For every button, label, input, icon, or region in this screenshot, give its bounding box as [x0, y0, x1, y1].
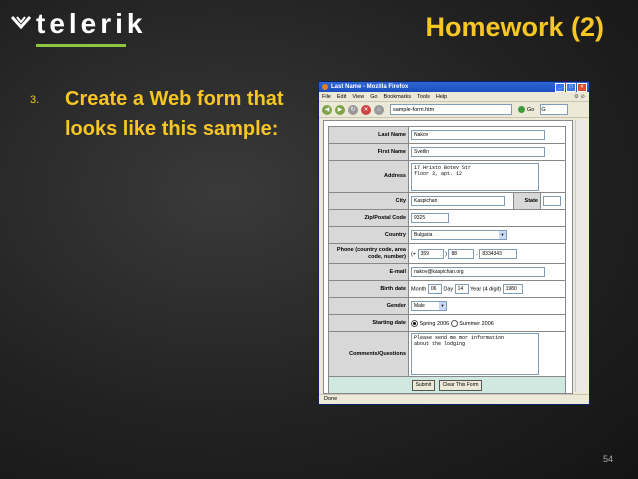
phone-country-input[interactable]: 359	[417, 248, 444, 259]
address-label: Address	[328, 160, 409, 193]
phone-paren: )	[445, 250, 447, 257]
month-label: Month	[411, 286, 427, 293]
form-row-last-name: Last Name Nakov	[328, 126, 566, 144]
form-row-buttons: Submit Clear This Form	[328, 376, 566, 394]
summer-radio[interactable]	[450, 319, 458, 327]
country-label: Country	[328, 226, 409, 244]
address-textarea[interactable]: 17 Hristo Botev Str floor 3, apt. 12	[411, 162, 539, 191]
gender-label: Gender	[328, 297, 409, 315]
country-value: Bulgaria	[414, 232, 433, 238]
telerik-mark-icon	[10, 13, 32, 35]
chevron-down-icon: ▼	[499, 231, 506, 239]
form-row-birth-date: Birth date Month 06 Day 14 Year (4 digit…	[328, 280, 566, 298]
search-box[interactable]: G	[540, 104, 569, 115]
bullet-number: 3.	[30, 94, 40, 106]
comments-label: Comments/Questions	[328, 331, 409, 377]
slide-title: Homework (2)	[425, 12, 604, 42]
form-row-city: City Kaspichan State	[328, 192, 566, 210]
close-button[interactable]: ×	[577, 82, 587, 92]
phone-dash: -	[476, 250, 478, 257]
bullet-text: Create a Web form that looks like this s…	[65, 88, 284, 140]
go-icon	[518, 106, 525, 113]
forward-icon[interactable]: ▶	[335, 104, 345, 115]
form-row-first-name: First Name Svetlin	[328, 143, 566, 161]
minimize-button[interactable]: _	[555, 82, 565, 92]
menu-bookmarks[interactable]: Bookmarks	[384, 94, 412, 100]
menu-tools[interactable]: Tools	[417, 94, 430, 100]
zip-input[interactable]: 9325	[411, 213, 449, 223]
go-label: Go	[527, 106, 535, 113]
back-icon[interactable]: ◀	[322, 104, 332, 115]
maximize-button[interactable]: □	[566, 82, 576, 92]
spring-radio[interactable]	[411, 319, 418, 327]
phone-area-input[interactable]: 88	[448, 248, 475, 259]
menu-edit[interactable]: Edit	[337, 94, 346, 100]
day-label: Day	[443, 286, 454, 293]
url-text: sample-form.htm	[393, 106, 435, 113]
gender-value: Male	[414, 303, 425, 309]
phone-number-input[interactable]: 8334343	[479, 248, 518, 259]
stop-icon[interactable]: ✕	[361, 104, 371, 115]
address-bar[interactable]: sample-form.htm	[390, 104, 512, 115]
gender-select[interactable]: Male ▼	[411, 301, 447, 311]
status-bar: Done	[319, 394, 589, 404]
chevron-down-icon: ▼	[439, 302, 446, 310]
first-name-input[interactable]: Svetlin	[411, 147, 545, 157]
sample-form: Last Name Nakov First Name Svetlin Addre…	[328, 126, 566, 394]
telerik-logo: telerik	[10, 10, 147, 38]
form-row-comments: Comments/Questions Please send me mor in…	[328, 331, 566, 377]
browser-window: Last Name - Mozilla Firefox _ □ × File E…	[318, 81, 590, 405]
form-row-address: Address 17 Hristo Botev Str floor 3, apt…	[328, 160, 566, 193]
country-select[interactable]: Bulgaria ▼	[411, 230, 507, 240]
menu-file[interactable]: File	[322, 94, 331, 100]
form-row-country: Country Bulgaria ▼	[328, 226, 566, 244]
form-row-gender: Gender Male ▼	[328, 297, 566, 315]
menu-go[interactable]: Go	[370, 94, 377, 100]
state-label: State	[513, 192, 541, 210]
scrollbar[interactable]	[575, 120, 586, 392]
browser-titlebar: Last Name - Mozilla Firefox _ □ ×	[319, 82, 589, 92]
starting-date-label: Starting date	[328, 314, 409, 332]
menu-bar: File Edit View Go Bookmarks Tools Help ⚙…	[319, 92, 589, 102]
menu-view[interactable]: View	[352, 94, 364, 100]
menu-help[interactable]: Help	[436, 94, 447, 100]
email-input[interactable]: nakov@kaspichan.org	[411, 267, 545, 277]
logo-text: telerik	[36, 8, 147, 39]
form-row-zip: Zip/Postal Code 9325	[328, 209, 566, 227]
year-label: Year (4 digit)	[470, 286, 502, 293]
first-name-label: First Name	[328, 143, 409, 161]
spring-label: Spring 2006	[419, 320, 450, 327]
firefox-icon	[322, 84, 328, 90]
day-input[interactable]: 14	[454, 284, 469, 294]
birth-date-label: Birth date	[328, 280, 409, 298]
nav-toolbar: ◀ ▶ ↻ ✕ ⌂ sample-form.htm Go G	[319, 102, 589, 118]
summer-label: Summer 2006	[459, 320, 494, 327]
month-input[interactable]: 06	[427, 284, 442, 294]
form-row-email: E-mail nakov@kaspichan.org	[328, 263, 566, 281]
window-title: Last Name - Mozilla Firefox	[331, 84, 409, 90]
form-row-starting-date: Starting date Spring 2006 Summer 2006	[328, 314, 566, 332]
clear-form-button[interactable]: Clear This Form	[438, 379, 483, 391]
reload-icon[interactable]: ↻	[348, 104, 358, 115]
form-row-phone: Phone (country code, area code, number) …	[328, 243, 566, 264]
city-label: City	[328, 192, 409, 210]
submit-button[interactable]: Submit	[411, 379, 436, 391]
phone-plus: (+	[411, 250, 417, 257]
page-content: Last Name Nakov First Name Svetlin Addre…	[323, 120, 573, 394]
menu-extra-icons: ⚙ ⊘	[573, 93, 585, 100]
zip-label: Zip/Postal Code	[328, 209, 409, 227]
phone-label: Phone (country code, area code, number)	[328, 243, 409, 264]
go-button[interactable]: Go	[518, 106, 534, 113]
year-input[interactable]: 1980	[502, 284, 523, 294]
home-icon[interactable]: ⌂	[374, 104, 384, 115]
last-name-input[interactable]: Nakov	[411, 130, 545, 140]
last-name-label: Last Name	[328, 126, 409, 144]
state-input[interactable]	[543, 196, 561, 206]
email-label: E-mail	[328, 263, 409, 281]
city-input[interactable]: Kaspichan	[411, 196, 505, 206]
comments-textarea[interactable]: Please send me mor information about the…	[411, 333, 539, 375]
page-number: 54	[602, 454, 613, 464]
logo-underline	[36, 44, 126, 47]
